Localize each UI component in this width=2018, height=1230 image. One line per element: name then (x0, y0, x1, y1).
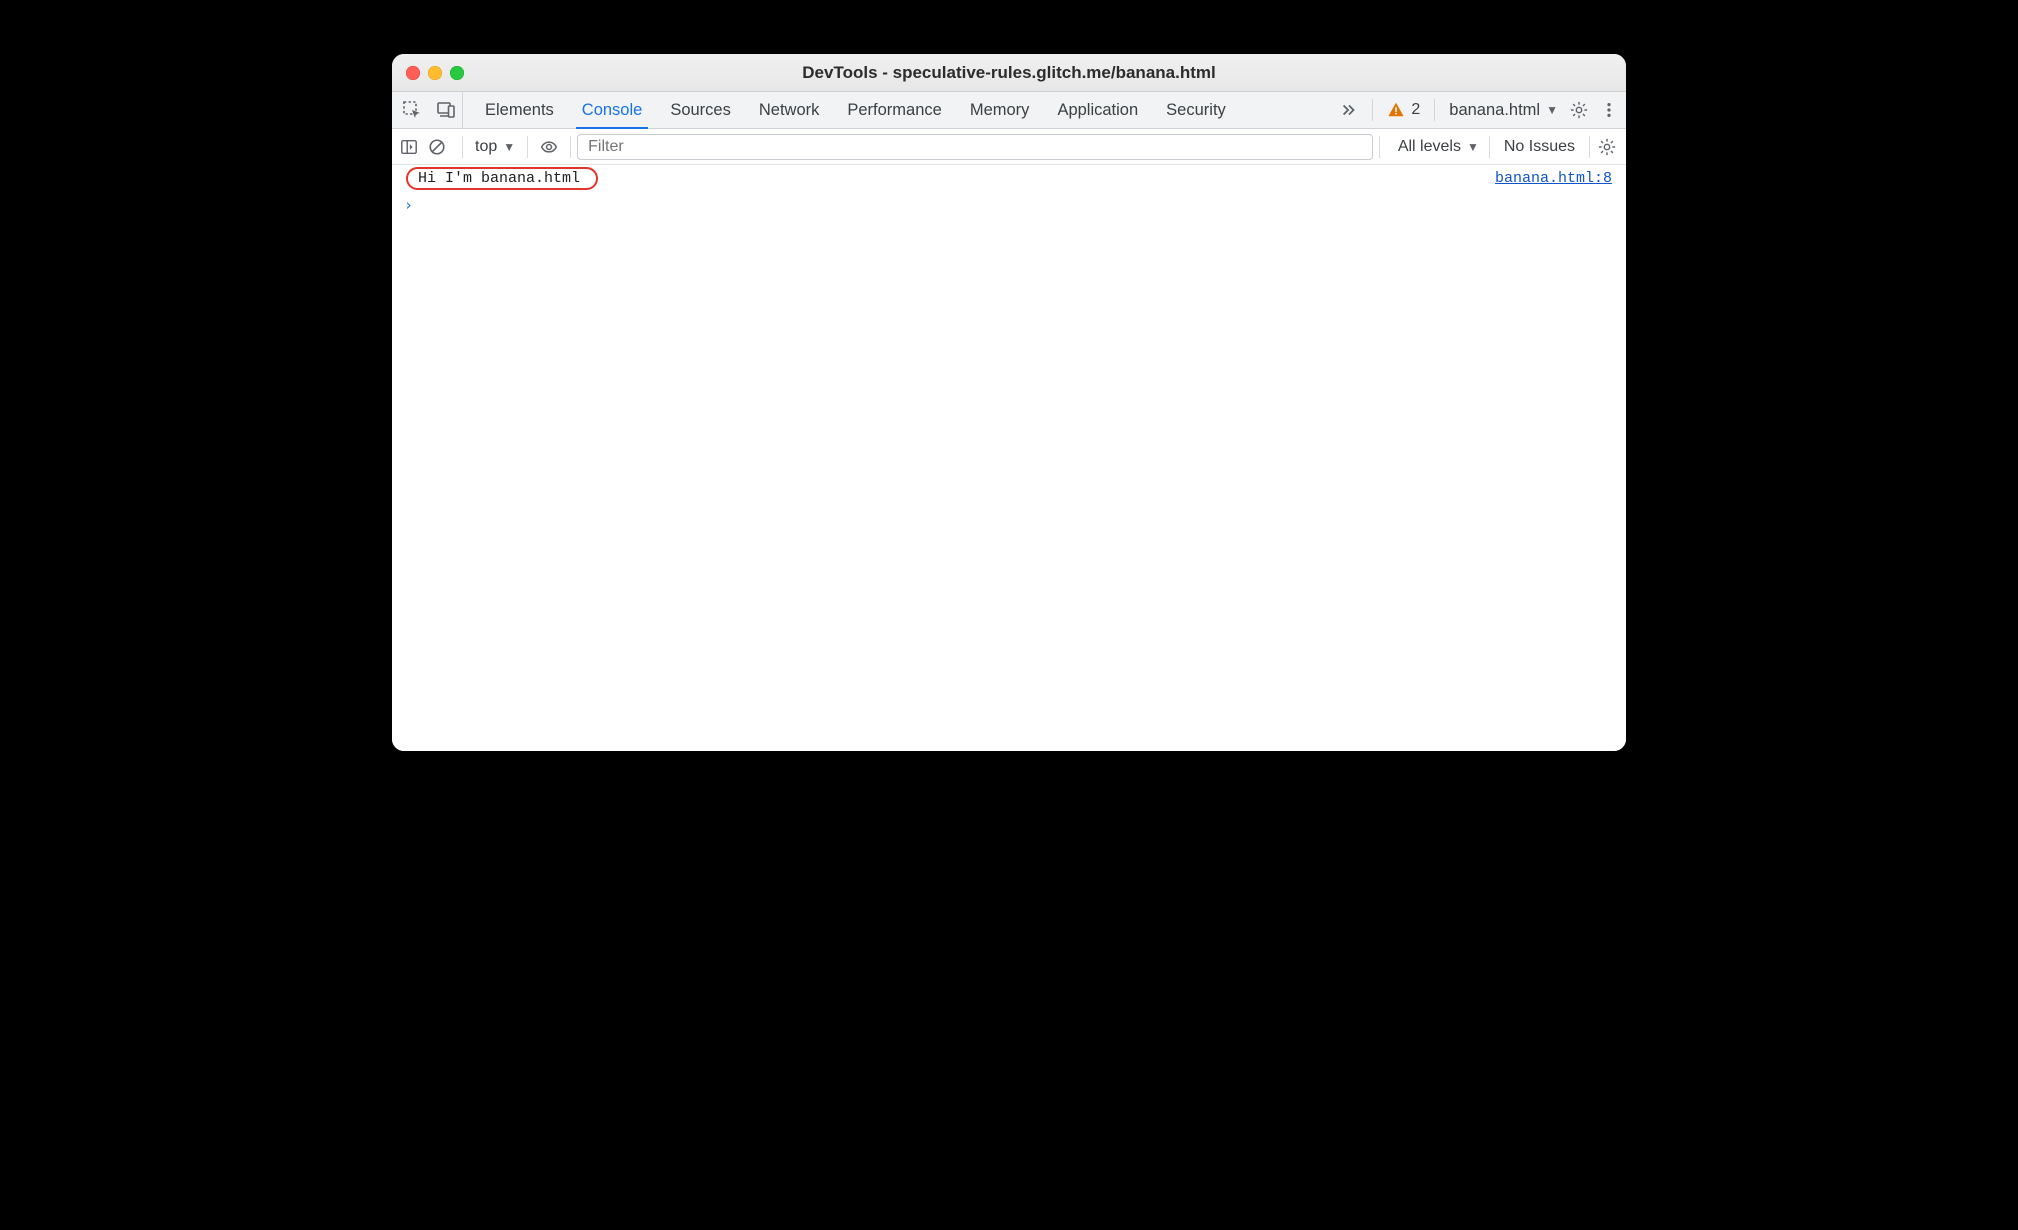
kebab-menu-icon[interactable] (1600, 101, 1618, 119)
target-selector[interactable]: banana.html ▼ (1449, 101, 1558, 120)
annotation-highlight: Hi I'm banana.html (406, 167, 598, 190)
zoom-window-button[interactable] (450, 66, 464, 80)
tab-label: Security (1166, 101, 1226, 120)
devtools-window: DevTools - speculative-rules.glitch.me/b… (392, 54, 1626, 751)
tab-security[interactable]: Security (1152, 92, 1240, 128)
tab-label: Application (1057, 101, 1138, 120)
titlebar: DevTools - speculative-rules.glitch.me/b… (392, 54, 1626, 92)
live-expression-icon[interactable] (534, 138, 564, 156)
toolbar-right: 2 banana.html ▼ (1332, 92, 1626, 128)
filter-input-wrapper (577, 134, 1373, 160)
console-log-source-link[interactable]: banana.html:8 (1495, 170, 1612, 187)
close-window-button[interactable] (406, 66, 420, 80)
inspect-element-icon[interactable] (402, 100, 422, 120)
tab-network[interactable]: Network (745, 92, 834, 128)
tab-console[interactable]: Console (568, 92, 657, 128)
console-prompt-row[interactable]: › (392, 192, 1626, 219)
filter-input[interactable] (588, 138, 1362, 156)
toolbar-left-icons (392, 92, 463, 128)
execution-context-label: top (475, 138, 497, 156)
console-settings-icon[interactable] (1596, 138, 1618, 156)
warning-count-value: 2 (1411, 101, 1420, 119)
console-filter-bar: top ▼ All levels ▼ No Issues (392, 129, 1626, 165)
chevron-down-icon: ▼ (1467, 140, 1479, 154)
toggle-sidebar-icon[interactable] (400, 138, 418, 156)
target-selector-label: banana.html (1449, 101, 1540, 120)
tab-elements[interactable]: Elements (471, 92, 568, 128)
tab-label: Sources (670, 101, 731, 120)
device-toolbar-icon[interactable] (436, 100, 456, 120)
warning-count[interactable]: 2 (1387, 101, 1420, 119)
execution-context-selector[interactable]: top ▼ (469, 138, 521, 156)
tab-performance[interactable]: Performance (833, 92, 955, 128)
panel-tabs: Elements Console Sources Network Perform… (463, 92, 1240, 128)
tab-sources[interactable]: Sources (656, 92, 745, 128)
window-title: DevTools - speculative-rules.glitch.me/b… (802, 63, 1215, 83)
chevron-down-icon: ▼ (503, 140, 515, 154)
tab-label: Memory (970, 101, 1030, 120)
minimize-window-button[interactable] (428, 66, 442, 80)
main-toolbar: Elements Console Sources Network Perform… (392, 92, 1626, 129)
console-log-message: Hi I'm banana.html (418, 170, 580, 187)
log-level-selector[interactable]: All levels ▼ (1386, 138, 1483, 156)
log-level-label: All levels (1398, 138, 1461, 156)
tab-label: Network (759, 101, 820, 120)
console-output: Hi I'm banana.html banana.html:8 › (392, 165, 1626, 751)
clear-console-icon[interactable] (428, 138, 446, 156)
window-controls (406, 66, 464, 80)
settings-icon[interactable] (1570, 101, 1588, 119)
tab-label: Elements (485, 101, 554, 120)
issues-counter[interactable]: No Issues (1496, 138, 1583, 156)
console-prompt-caret-icon: › (404, 196, 413, 214)
tab-application[interactable]: Application (1043, 92, 1152, 128)
chevron-down-icon: ▼ (1546, 103, 1558, 117)
tab-label: Console (582, 101, 643, 120)
issues-label: No Issues (1504, 138, 1575, 155)
console-log-row[interactable]: Hi I'm banana.html banana.html:8 (392, 165, 1626, 192)
tab-memory[interactable]: Memory (956, 92, 1044, 128)
tab-label: Performance (847, 101, 941, 120)
more-tabs-icon[interactable] (1340, 101, 1358, 119)
